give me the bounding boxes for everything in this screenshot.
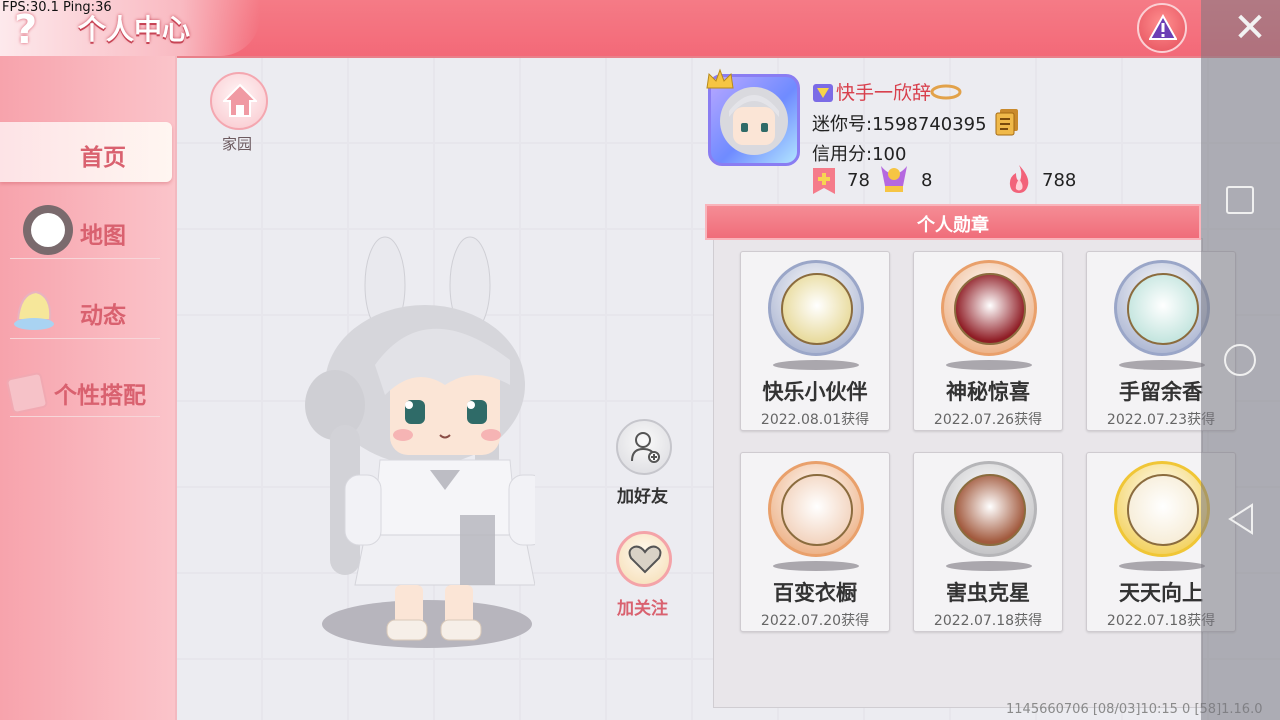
badge-date: 2022.07.20获得 [760, 613, 870, 629]
badge-card[interactable]: 百变衣橱 2022.07.20获得 [740, 452, 890, 632]
badge-name: 神秘惊喜 [946, 380, 1030, 404]
heart-icon [628, 545, 662, 574]
help-icon[interactable]: ? [14, 10, 46, 50]
badge-medal-face [954, 474, 1026, 546]
home-button[interactable] [210, 72, 268, 130]
home-system-icon[interactable] [1224, 344, 1256, 376]
bell-icon [14, 290, 54, 330]
badge-shadow [1119, 360, 1205, 370]
follow-button[interactable] [616, 531, 672, 587]
mask-icon [930, 84, 962, 100]
plus-flag-icon [813, 168, 835, 194]
trophy-icon [881, 166, 907, 192]
badge-date: 2022.08.01获得 [760, 412, 870, 428]
vip-badge-icon [813, 84, 833, 102]
badge-medal-icon [768, 461, 864, 557]
mini-id: 迷你号:1598740395 [812, 114, 987, 135]
badge-panel-title: 个人勋章 [917, 215, 989, 236]
badge-shadow [773, 561, 859, 571]
badge-shadow [946, 360, 1032, 370]
map-icon [23, 205, 73, 255]
badge-name: 快乐小伙伴 [762, 380, 868, 404]
likes-count: 78 [847, 170, 870, 191]
badge-medal-icon [1114, 461, 1210, 557]
divider [10, 338, 160, 339]
add-friend-label: 加好友 [617, 487, 668, 507]
badge-medal-icon [768, 260, 864, 356]
home-label: 家园 [222, 135, 253, 153]
follow-label: 加关注 [617, 599, 668, 619]
report-button[interactable] [1137, 3, 1187, 53]
divider [10, 416, 160, 417]
wardrobe-icon [6, 372, 48, 414]
badge-medal-face [1127, 273, 1199, 345]
sidebar-item-outfit[interactable]: 个性搭配 [0, 360, 172, 420]
badge-card[interactable]: 快乐小伙伴 2022.08.01获得 [740, 251, 890, 431]
badge-medal-icon [941, 461, 1037, 557]
badge-medal-face [954, 273, 1026, 345]
sidebar-item-label: 动态 [80, 303, 126, 329]
player-nickname: 快手一欣辞 [836, 82, 932, 104]
warning-icon [1149, 14, 1177, 40]
badge-medal-face [781, 273, 853, 345]
sidebar-item-home[interactable]: 首页 [0, 122, 172, 182]
badge-medal-icon [941, 260, 1037, 356]
achievements-count: 8 [921, 170, 933, 191]
sidebar-item-label: 个性搭配 [54, 383, 146, 409]
badge-medal-face [781, 474, 853, 546]
add-user-icon [631, 432, 660, 463]
add-friend-button[interactable] [616, 419, 672, 475]
badge-name: 害虫克星 [946, 581, 1030, 605]
back-icon[interactable] [1226, 502, 1256, 536]
badge-card[interactable]: 害虫克星 2022.07.18获得 [913, 452, 1063, 632]
sidebar-item-map[interactable]: 地图 [0, 200, 172, 260]
top-bar: ? 个人中心 [0, 0, 1280, 58]
badge-shadow [1119, 561, 1205, 571]
recent-apps-icon[interactable] [1226, 186, 1254, 214]
popularity-count: 788 [1042, 170, 1077, 191]
badge-card[interactable]: 神秘惊喜 2022.07.26获得 [913, 251, 1063, 431]
sidebar-item-label: 地图 [80, 223, 126, 249]
close-icon[interactable]: ✕ [1228, 6, 1272, 50]
badge-medal-icon [1114, 260, 1210, 356]
badge-medal-face [1127, 474, 1199, 546]
badge-date: 2022.07.18获得 [933, 613, 1043, 629]
flame-icon [1009, 165, 1029, 193]
crown-icon [706, 68, 734, 89]
fps-readout: FPS:30.1 Ping:36 [2, 0, 112, 15]
sidebar-item-label: 首页 [80, 145, 126, 171]
badge-panel-header: 个人勋章 [705, 204, 1201, 240]
player-avatar[interactable] [295, 235, 535, 645]
badge-date: 2022.07.26获得 [933, 412, 1043, 428]
house-icon [223, 83, 257, 117]
copy-icon[interactable] [994, 108, 1020, 140]
badge-name: 百变衣橱 [773, 581, 857, 605]
badge-shadow [773, 360, 859, 370]
sidebar-item-feed[interactable]: 动态 [0, 280, 172, 340]
divider [10, 258, 160, 259]
badge-shadow [946, 561, 1032, 571]
